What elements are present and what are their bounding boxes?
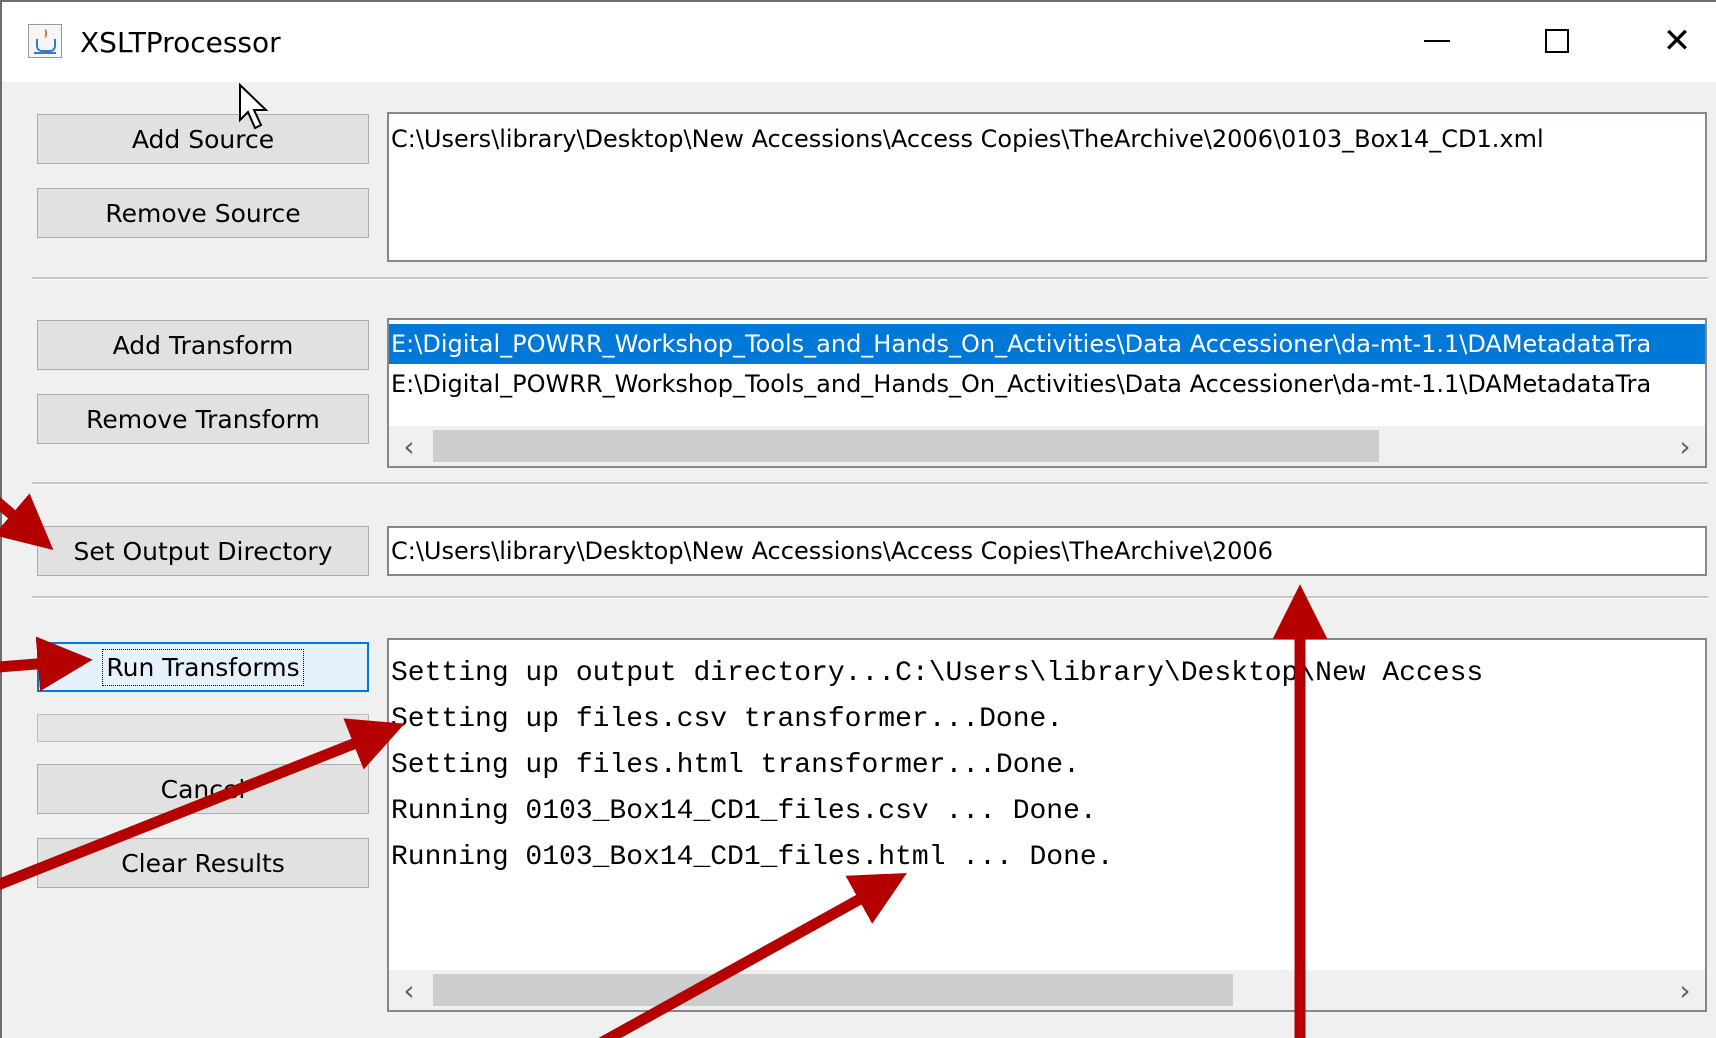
cancel-button[interactable]: Cancel xyxy=(37,764,369,814)
add-transform-button[interactable]: Add Transform xyxy=(37,320,369,370)
java-icon xyxy=(28,24,62,58)
results-area[interactable]: Setting up output directory...C:\Users\l… xyxy=(387,638,1707,1012)
scrollbar-thumb[interactable] xyxy=(433,974,1233,1006)
results-horizontal-scrollbar[interactable]: ‹ › xyxy=(389,970,1705,1010)
section-divider xyxy=(32,596,1708,599)
scrollbar-thumb[interactable] xyxy=(433,430,1379,462)
minimize-button[interactable] xyxy=(1402,16,1472,66)
transform-list-item[interactable]: E:\Digital_POWRR_Workshop_Tools_and_Hand… xyxy=(389,364,1705,404)
result-line: Setting up output directory...C:\Users\l… xyxy=(391,658,1484,689)
scroll-left-icon[interactable]: ‹ xyxy=(389,426,429,466)
scroll-right-icon[interactable]: › xyxy=(1665,970,1705,1010)
clear-results-button[interactable]: Clear Results xyxy=(37,838,369,888)
remove-transform-button[interactable]: Remove Transform xyxy=(37,394,369,444)
window-title: XSLTProcessor xyxy=(80,26,281,59)
title-bar: XSLTProcessor ✕ xyxy=(2,2,1716,82)
close-button[interactable]: ✕ xyxy=(1642,16,1712,66)
output-directory-value: C:\Users\library\Desktop\New Accessions\… xyxy=(391,537,1273,565)
output-directory-field[interactable]: C:\Users\library\Desktop\New Accessions\… xyxy=(387,526,1707,576)
transform-list-item-selected[interactable]: E:\Digital_POWRR_Workshop_Tools_and_Hand… xyxy=(389,324,1705,364)
add-source-button[interactable]: Add Source xyxy=(37,114,369,164)
minimize-icon xyxy=(1424,40,1450,42)
scroll-right-icon[interactable]: › xyxy=(1665,426,1705,466)
result-line: Setting up files.html transformer...Done… xyxy=(391,750,1080,781)
source-list[interactable]: C:\Users\library\Desktop\New Accessions\… xyxy=(387,112,1707,262)
maximize-icon xyxy=(1545,29,1569,53)
scroll-left-icon[interactable]: ‹ xyxy=(389,970,429,1010)
progress-bar xyxy=(37,714,369,742)
result-line: Running 0103_Box14_CD1_files.csv ... Don… xyxy=(391,796,1097,827)
section-divider xyxy=(32,482,1708,485)
section-divider xyxy=(32,277,1708,280)
source-list-item[interactable]: C:\Users\library\Desktop\New Accessions\… xyxy=(389,119,1705,159)
remove-source-button[interactable]: Remove Source xyxy=(37,188,369,238)
xslt-processor-window: XSLTProcessor ✕ Add Source Remove Source… xyxy=(0,0,1716,1038)
set-output-directory-button[interactable]: Set Output Directory xyxy=(37,526,369,576)
run-transforms-button[interactable]: Run Transforms xyxy=(37,642,369,692)
transform-list[interactable]: E:\Digital_POWRR_Workshop_Tools_and_Hand… xyxy=(387,318,1707,468)
result-line: Running 0103_Box14_CD1_files.html ... Do… xyxy=(391,842,1114,873)
transform-horizontal-scrollbar[interactable]: ‹ › xyxy=(389,426,1705,466)
close-icon: ✕ xyxy=(1662,21,1692,61)
maximize-button[interactable] xyxy=(1522,16,1592,66)
result-line: Setting up files.csv transformer...Done. xyxy=(391,704,1064,735)
